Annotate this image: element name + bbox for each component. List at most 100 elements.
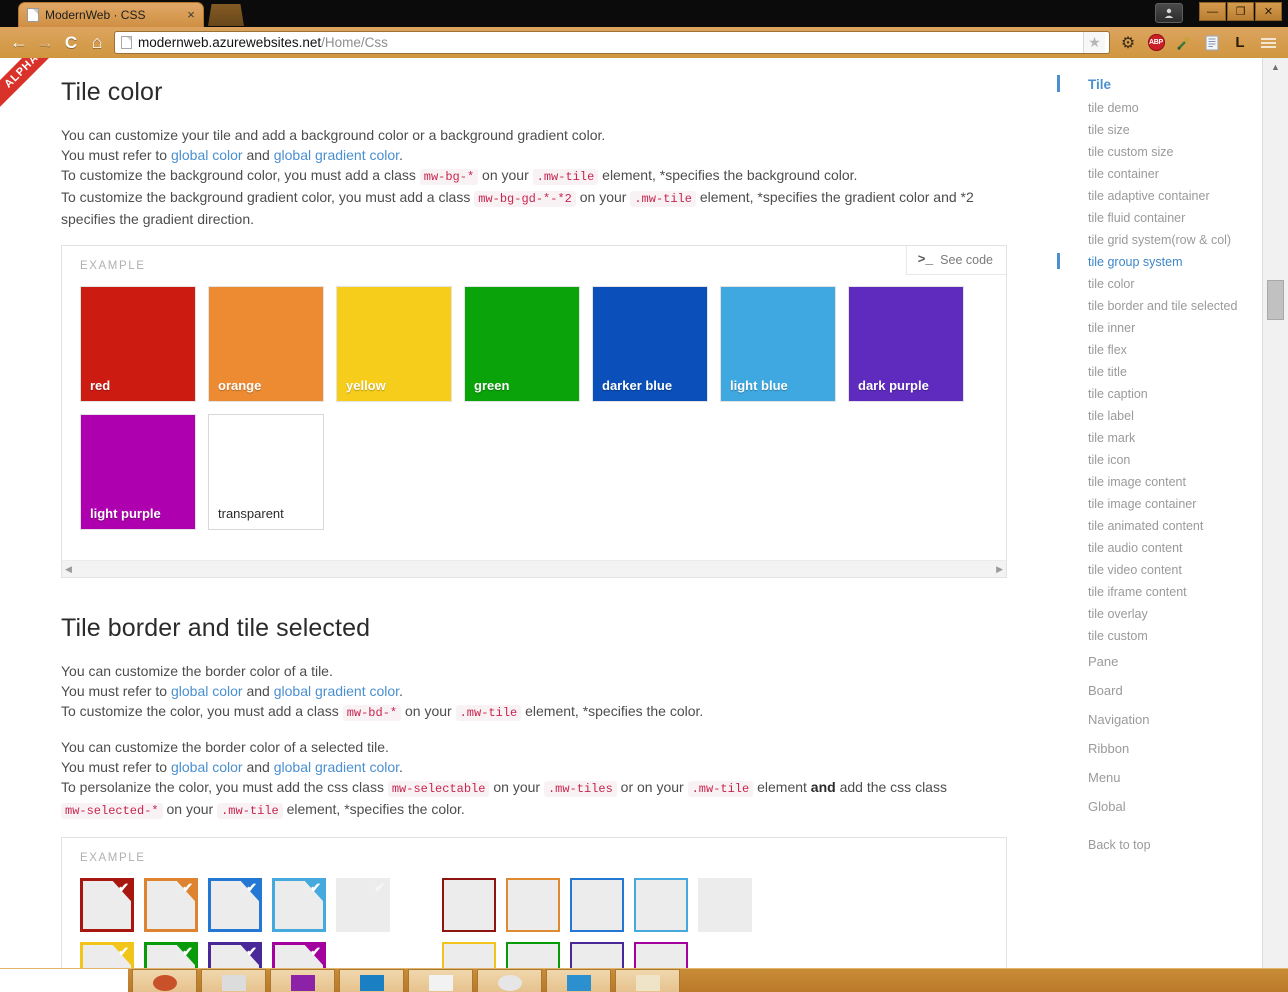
sidebar-item-tile-group-system[interactable]: tile group system [1057,251,1262,273]
back-arrow-icon[interactable]: ← [6,30,32,56]
notes-icon[interactable] [1198,30,1226,56]
close-tab-icon[interactable]: × [183,7,199,23]
inline-link[interactable]: global color [171,147,243,163]
color-tile-transparent[interactable]: transparent [208,414,324,530]
see-code-button[interactable]: >_ See code [905,246,1006,275]
taskbar-item[interactable] [408,969,473,992]
scroll-right-icon[interactable]: ▶ [996,564,1003,575]
sidebar-item-tile-video-content[interactable]: tile video content [1057,559,1262,581]
inline-link[interactable]: global color [171,683,243,699]
scrollbar-thumb[interactable] [1267,280,1284,320]
new-tab-button[interactable] [208,4,244,26]
sidebar-group-menu[interactable]: Menu [1057,763,1262,792]
color-tile-darker-blue[interactable]: darker blue [592,286,708,402]
selected-tile-green[interactable]: ✔ [144,942,198,968]
user-profile-button[interactable] [1155,3,1183,23]
sidebar-item-tile-color[interactable]: tile color [1057,273,1262,295]
taskbar-item[interactable] [132,969,197,992]
address-bar[interactable]: modernweb.azurewebsites.net/Home/Css ★ [114,31,1110,54]
sidebar-item-tile-custom[interactable]: tile custom [1057,625,1262,647]
border-tile-orange[interactable] [506,878,560,932]
taskbar-item[interactable] [339,969,404,992]
sidebar-item-tile-demo[interactable]: tile demo [1057,97,1262,119]
back-to-top-link[interactable]: Back to top [1057,831,1262,859]
sidebar-item-tile-image-container[interactable]: tile image container [1057,493,1262,515]
border-tile-yellow[interactable] [442,942,496,968]
sidebar-item-tile-grid-system-row-col-[interactable]: tile grid system(row & col) [1057,229,1262,251]
gear-icon[interactable]: ⚙ [1114,30,1142,56]
taskbar-item[interactable] [546,969,611,992]
sidebar-item-tile-size[interactable]: tile size [1057,119,1262,141]
close-window-button[interactable]: ✕ [1255,2,1282,21]
border-tile-dark-purple[interactable] [570,942,624,968]
sidebar-item-tile-container[interactable]: tile container [1057,163,1262,185]
example-horizontal-scrollbar[interactable]: ◀ ▶ [62,560,1006,577]
border-tile-none[interactable] [698,878,752,932]
color-tile-orange[interactable]: orange [208,286,324,402]
inline-link[interactable]: global gradient color [274,759,399,775]
sidebar-item-tile-mark[interactable]: tile mark [1057,427,1262,449]
sidebar-item-tile-audio-content[interactable]: tile audio content [1057,537,1262,559]
selected-tile-light-blue[interactable]: ✔ [272,878,326,932]
sidebar-item-tile-label[interactable]: tile label [1057,405,1262,427]
color-tile-green[interactable]: green [464,286,580,402]
border-tile-red[interactable] [442,878,496,932]
sidebar-item-tile-caption[interactable]: tile caption [1057,383,1262,405]
border-tile-light-blue[interactable] [634,878,688,932]
sidebar-group-global[interactable]: Global [1057,792,1262,821]
minimize-button[interactable]: — [1199,2,1226,21]
border-tile-darker-blue[interactable] [570,878,624,932]
taskbar-item[interactable] [477,969,542,992]
home-icon[interactable]: ⌂ [84,30,110,56]
inline-link[interactable]: global color [171,759,243,775]
scroll-left-icon[interactable]: ◀ [65,564,72,575]
bookmark-star-icon[interactable]: ★ [1083,32,1105,53]
reload-icon[interactable]: C [58,30,84,56]
selected-tile-darker-blue[interactable]: ✔ [208,878,262,932]
sidebar-item-tile-image-content[interactable]: tile image content [1057,471,1262,493]
sidebar-item-tile-icon[interactable]: tile icon [1057,449,1262,471]
color-tile-light-purple[interactable]: light purple [80,414,196,530]
taskbar-item[interactable] [615,969,680,992]
page-vertical-scrollbar[interactable]: ▲ [1262,58,1288,968]
sidebar-group-navigation[interactable]: Navigation [1057,705,1262,734]
maximize-button[interactable]: ❐ [1227,2,1254,21]
scroll-up-icon[interactable]: ▲ [1263,58,1288,76]
sidebar-group-tile[interactable]: Tile [1057,72,1262,97]
sidebar-item-tile-adaptive-container[interactable]: tile adaptive container [1057,185,1262,207]
sidebar-item-tile-iframe-content[interactable]: tile iframe content [1057,581,1262,603]
color-tile-light-blue[interactable]: light blue [720,286,836,402]
browser-tab[interactable]: ModernWeb · CSS × [18,2,204,27]
sidebar-item-tile-inner[interactable]: tile inner [1057,317,1262,339]
adblock-plus-icon[interactable]: ABP [1142,30,1170,56]
sidebar-item-tile-title[interactable]: tile title [1057,361,1262,383]
sidebar-group-ribbon[interactable]: Ribbon [1057,734,1262,763]
border-tile-light-purple[interactable] [634,942,688,968]
sidebar-item-tile-custom-size[interactable]: tile custom size [1057,141,1262,163]
forward-arrow-icon[interactable]: → [32,30,58,56]
selected-tile-yellow[interactable]: ✔ [80,942,134,968]
selected-tile-red[interactable]: ✔ [80,878,134,932]
selected-tile-light-purple[interactable]: ✔ [272,942,326,968]
sidebar-item-tile-fluid-container[interactable]: tile fluid container [1057,207,1262,229]
taskbar-item[interactable] [201,969,266,992]
sidebar-item-tile-animated-content[interactable]: tile animated content [1057,515,1262,537]
border-tile-green[interactable] [506,942,560,968]
taskbar-item[interactable] [270,969,335,992]
color-tile-red[interactable]: red [80,286,196,402]
sidebar-group-pane[interactable]: Pane [1057,647,1262,676]
selected-tile-dark-purple[interactable]: ✔ [208,942,262,968]
sidebar-item-tile-overlay[interactable]: tile overlay [1057,603,1262,625]
sidebar-item-tile-flex[interactable]: tile flex [1057,339,1262,361]
lastpass-icon[interactable]: L [1226,30,1254,56]
inline-link[interactable]: global gradient color [274,683,399,699]
sidebar-group-board[interactable]: Board [1057,676,1262,705]
inline-link[interactable]: global gradient color [274,147,399,163]
browser-menu-icon[interactable] [1254,30,1282,56]
selected-tile-none[interactable]: ✔ [336,878,390,932]
sidebar-item-tile-border-and-tile-selected[interactable]: tile border and tile selected [1057,295,1262,317]
color-tile-yellow[interactable]: yellow [336,286,452,402]
color-tile-dark-purple[interactable]: dark purple [848,286,964,402]
selected-tile-orange[interactable]: ✔ [144,878,198,932]
eyedropper-icon[interactable] [1170,30,1198,56]
